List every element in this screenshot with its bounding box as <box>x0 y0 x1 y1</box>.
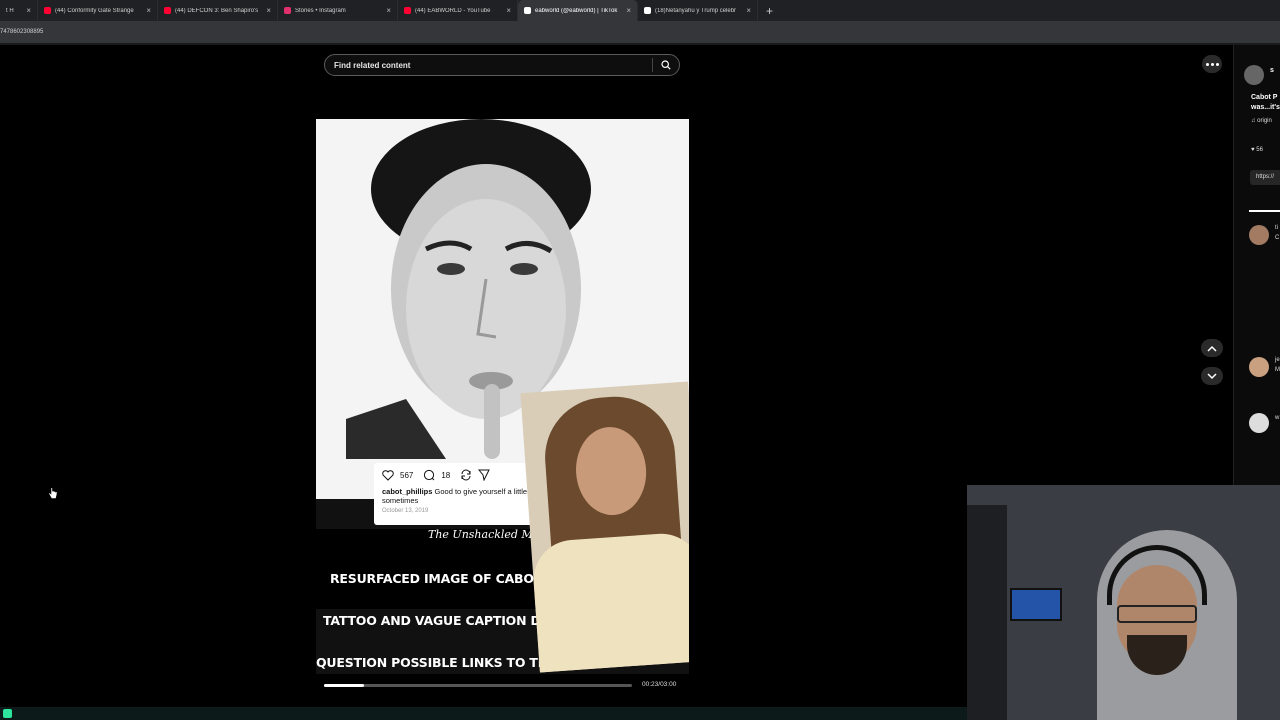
like-stat[interactable]: ♥ 56 <box>1251 147 1263 153</box>
comment-avatar[interactable] <box>1249 357 1269 377</box>
copy-link-field[interactable]: https:// <box>1250 170 1280 185</box>
music-note-icon: ♫ <box>1251 118 1256 124</box>
sound-name: origin <box>1257 118 1272 124</box>
more-options-button[interactable] <box>1202 55 1222 73</box>
presenter-sweater <box>530 531 689 673</box>
description-line-2: was...it's <box>1251 104 1280 111</box>
status-bar <box>0 707 967 720</box>
search-bar[interactable]: Find related content <box>324 54 680 76</box>
tab-favicon-icon <box>404 7 411 14</box>
next-video-button[interactable] <box>1201 367 1223 385</box>
close-tab-icon[interactable]: × <box>746 6 751 15</box>
bookshelf <box>967 505 1007 720</box>
comment-avatar[interactable] <box>1249 413 1269 433</box>
address-bar[interactable]: 7478602308895 <box>0 21 1280 43</box>
send-icon <box>478 469 491 481</box>
new-tab-button[interactable]: + <box>758 4 781 18</box>
video-progress-bar[interactable] <box>324 684 632 687</box>
browser-tab[interactable]: (44) Conformity Gate Strange × <box>38 0 158 21</box>
search-icon <box>661 60 671 70</box>
video-time: 00:23/03:00 <box>642 681 677 688</box>
presenter-inset-video <box>520 381 689 673</box>
chevron-down-icon <box>1207 372 1217 379</box>
close-tab-icon[interactable]: × <box>266 6 271 15</box>
more-horizontal-icon <box>1205 62 1209 66</box>
webcam-overlay <box>967 485 1280 720</box>
video-progress-fill <box>324 684 365 687</box>
tab-favicon-icon <box>284 7 291 14</box>
browser-tab[interactable]: Stories • Instagram × <box>278 0 398 21</box>
likes-count: 567 <box>400 470 414 480</box>
comment-avatar[interactable] <box>1249 225 1269 245</box>
repost-icon <box>461 469 471 481</box>
comment-text: M <box>1275 367 1280 373</box>
browser-tab[interactable]: t H × <box>0 0 38 21</box>
browser-tab[interactable]: (44) DEFCON 3: Ben Shapiro's × <box>158 0 278 21</box>
instagram-username: cabot_phillips <box>382 487 433 496</box>
url-text: 7478602308895 <box>0 29 44 35</box>
author-avatar[interactable] <box>1244 65 1264 85</box>
comment-text: C <box>1275 235 1280 241</box>
close-tab-icon[interactable]: × <box>386 6 391 15</box>
tab-favicon-icon <box>44 7 51 14</box>
comment-icon <box>424 469 435 481</box>
close-tab-icon[interactable]: × <box>506 6 511 15</box>
link-text: https:// <box>1256 174 1275 180</box>
close-tab-icon[interactable]: × <box>626 6 631 15</box>
close-tab-icon[interactable]: × <box>26 6 31 15</box>
search-input[interactable]: Find related content <box>325 61 652 70</box>
comment-author[interactable]: w <box>1275 415 1279 421</box>
comment-author[interactable]: je <box>1275 357 1280 363</box>
author-name[interactable]: s <box>1270 67 1274 74</box>
instagram-caption-text: Good to give yourself a little r <box>434 487 532 496</box>
close-tab-icon[interactable]: × <box>146 6 151 15</box>
glasses <box>1117 605 1197 623</box>
sound-link[interactable]: ♫ origin <box>1251 118 1272 124</box>
browser-tab[interactable]: (44) EABWORLD - YouTube × <box>398 0 518 21</box>
tab-title: t H <box>6 7 14 14</box>
background-screen <box>1010 588 1062 621</box>
video-player[interactable]: 567 18 cabot_phillips Good to give yours… <box>316 119 689 674</box>
comments-sidebar: s Cabot P was...it's ♫ origin ♥ 56 https… <box>1233 45 1280 485</box>
comment-author[interactable]: ti <box>1275 225 1278 231</box>
tab-title: (44) Conformity Gate Strange <box>55 7 134 14</box>
browser-tab-bar: t H × (44) Conformity Gate Strange × (44) DE… <box>0 0 1280 21</box>
like-count: 56 <box>1256 147 1263 153</box>
heart-icon <box>382 469 394 481</box>
description-line-1: Cabot P <box>1251 94 1278 101</box>
browser-tab[interactable]: eabworld (@eabworld) | TikTok × <box>518 0 638 21</box>
tab-favicon-icon <box>644 7 651 14</box>
tab-title: eabworld (@eabworld) | TikTok <box>535 7 618 14</box>
search-button[interactable] <box>653 55 679 75</box>
chevron-up-icon <box>1207 345 1217 352</box>
tab-favicon-icon <box>164 7 171 14</box>
tab-title: Stories • Instagram <box>295 7 346 14</box>
tab-favicon-icon <box>524 7 531 14</box>
comments-count: 18 <box>441 470 451 480</box>
tab-title: (44) DEFCON 3: Ben Shapiro's <box>175 7 259 14</box>
heart-icon: ♥ <box>1251 147 1255 153</box>
previous-video-button[interactable] <box>1201 339 1223 357</box>
toolbar-divider <box>0 43 1280 45</box>
hand-cursor-icon <box>48 487 58 499</box>
tab-title: (18)Netanyahu y Trump celebr <box>655 7 737 14</box>
comments-tab-indicator <box>1249 210 1280 212</box>
tab-title: (44) EABWORLD - YouTube <box>415 7 491 14</box>
status-app-icon <box>3 709 12 718</box>
browser-tab[interactable]: (18)Netanyahu y Trump celebr × <box>638 0 758 21</box>
